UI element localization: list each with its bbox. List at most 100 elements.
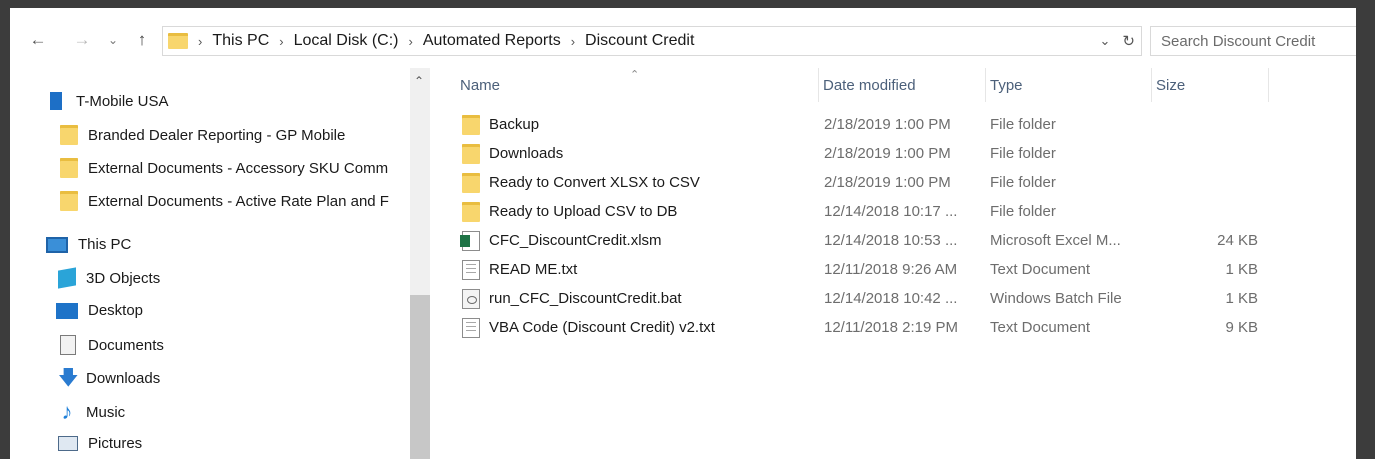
folder-icon <box>60 191 78 211</box>
file-name-cell: VBA Code (Discount Credit) v2.txt <box>462 313 715 342</box>
nav-item-label: Music <box>86 403 126 421</box>
up-arrow-icon[interactable]: ↑ <box>130 28 154 52</box>
breadcrumb-this-pc[interactable]: This PC <box>212 32 269 50</box>
window-border <box>1356 8 1375 459</box>
address-bar[interactable]: › This PC › Local Disk (C:) › Automated … <box>162 26 1142 56</box>
nav-item-3d-objects[interactable]: 3D Objects <box>58 267 160 289</box>
chevron-right-icon[interactable]: › <box>279 34 283 49</box>
file-date: 12/11/2018 9:26 AM <box>824 261 958 278</box>
music-icon: ♪ <box>61 399 73 424</box>
nav-item-label: External Documents - Active Rate Plan an… <box>88 192 389 210</box>
breadcrumb-automated-reports[interactable]: Automated Reports <box>423 32 561 50</box>
column-header-name[interactable]: Name <box>460 68 820 102</box>
breadcrumb-discount-credit[interactable]: Discount Credit <box>585 32 694 50</box>
nav-item-label: This PC <box>78 236 132 253</box>
column-divider[interactable] <box>1151 68 1152 102</box>
file-type: Text Document <box>990 261 1091 278</box>
file-size <box>1158 197 1258 226</box>
column-header-type[interactable]: Type <box>990 68 1150 102</box>
folder-icon <box>168 33 188 49</box>
nav-item-label: Documents <box>88 336 164 354</box>
chevron-down-icon[interactable]: ⌄ <box>1100 33 1111 49</box>
file-name: READ ME.txt <box>489 261 578 278</box>
file-type: File folder <box>990 145 1056 162</box>
scroll-up-arrow-icon[interactable]: ⌃ <box>414 74 424 88</box>
file-size <box>1158 139 1258 168</box>
file-name-cell: run_CFC_DiscountCredit.bat <box>462 284 682 313</box>
column-divider[interactable] <box>1268 68 1269 102</box>
chevron-right-icon[interactable]: › <box>571 34 575 49</box>
nav-pane-scrollbar-thumb[interactable] <box>410 295 430 459</box>
nav-item-pictures[interactable]: Pictures <box>58 435 142 452</box>
nav-item-this-pc[interactable]: This PC <box>46 236 131 253</box>
column-divider[interactable] <box>818 68 819 102</box>
desktop-icon <box>56 302 78 319</box>
file-date: 12/14/2018 10:42 ... <box>824 290 958 307</box>
nav-item-external-documents-accessory[interactable]: External Documents - Accessory SKU Comm <box>60 158 388 178</box>
nav-item-downloads[interactable]: 🡇 Downloads <box>58 368 160 388</box>
this-pc-icon <box>46 236 68 253</box>
file-date: 2/18/2019 1:00 PM <box>824 145 951 162</box>
folder-icon <box>462 172 480 193</box>
file-name: run_CFC_DiscountCredit.bat <box>489 290 682 307</box>
file-row[interactable]: Downloads 2/18/2019 1:00 PM File folder <box>440 139 1366 168</box>
back-arrow-icon[interactable]: ← <box>26 28 50 52</box>
file-name-cell: READ ME.txt <box>462 255 577 284</box>
file-row[interactable]: run_CFC_DiscountCredit.bat 12/14/2018 10… <box>440 284 1366 313</box>
file-row[interactable]: Ready to Convert XLSX to CSV 2/18/2019 1… <box>440 168 1366 197</box>
file-type: Text Document <box>990 319 1091 336</box>
file-type: File folder <box>990 116 1056 133</box>
recent-locations-chevron-icon[interactable]: ⌄ <box>104 28 122 52</box>
file-date: 12/11/2018 2:19 PM <box>824 319 958 336</box>
file-name: Backup <box>489 116 540 133</box>
search-input[interactable]: Search Discount Credit <box>1150 26 1366 56</box>
navigation-pane: T-Mobile USA Branded Dealer Reporting - … <box>10 68 430 459</box>
nav-item-desktop[interactable]: Desktop <box>56 302 143 319</box>
file-name: Downloads <box>489 145 564 162</box>
nav-item-label: External Documents - Accessory SKU Comm <box>88 159 389 177</box>
column-header-date-modified[interactable]: Date modified <box>823 68 983 102</box>
chevron-right-icon[interactable]: › <box>198 34 202 49</box>
breadcrumb-local-disk[interactable]: Local Disk (C:) <box>294 32 399 50</box>
address-bar-row: ← → ⌄ ↑ › This PC › Local Disk (C:) › Au… <box>10 8 1366 60</box>
file-name-cell: Downloads <box>462 139 563 168</box>
3d-objects-icon <box>58 267 76 289</box>
file-name: Ready to Upload CSV to DB <box>489 203 678 220</box>
address-bar-actions: ⌄ ↻ <box>1100 27 1135 55</box>
folder-icon <box>462 143 480 164</box>
building-icon <box>50 92 62 110</box>
file-name: VBA Code (Discount Credit) v2.txt <box>489 319 715 336</box>
nav-item-t-mobile-usa[interactable]: T-Mobile USA <box>48 92 169 110</box>
nav-item-music[interactable]: ♪ Music <box>58 399 126 424</box>
downloads-icon: 🡇 <box>58 367 79 389</box>
column-divider[interactable] <box>985 68 986 102</box>
folder-icon <box>60 125 78 145</box>
text-file-icon <box>462 259 480 280</box>
file-row[interactable]: VBA Code (Discount Credit) v2.txt 12/11/… <box>440 313 1366 342</box>
chevron-right-icon[interactable]: › <box>409 34 413 49</box>
nav-item-label: Pictures <box>88 435 143 452</box>
file-row[interactable]: READ ME.txt 12/11/2018 9:26 AM Text Docu… <box>440 255 1366 284</box>
file-type: Microsoft Excel M... <box>990 232 1121 249</box>
file-size <box>1158 168 1258 197</box>
file-name-cell: Ready to Upload CSV to DB <box>462 197 677 226</box>
file-row[interactable]: Backup 2/18/2019 1:00 PM File folder <box>440 110 1366 139</box>
column-header-size[interactable]: Size <box>1156 68 1256 102</box>
file-row[interactable]: Ready to Upload CSV to DB 12/14/2018 10:… <box>440 197 1366 226</box>
file-date: 2/18/2019 1:00 PM <box>824 116 951 133</box>
file-size <box>1158 110 1258 139</box>
nav-item-documents[interactable]: Documents <box>58 335 164 355</box>
file-date: 12/14/2018 10:53 ... <box>824 232 958 249</box>
file-date: 12/14/2018 10:17 ... <box>824 203 958 220</box>
documents-icon <box>60 335 76 355</box>
file-explorer-window: ← → ⌄ ↑ › This PC › Local Disk (C:) › Au… <box>10 8 1366 459</box>
forward-arrow-icon[interactable]: → <box>70 28 94 52</box>
nav-item-external-documents-active-rate[interactable]: External Documents - Active Rate Plan an… <box>60 191 389 211</box>
file-name-cell: CFC_DiscountCredit.xlsm <box>460 226 662 255</box>
text-file-icon <box>462 317 480 338</box>
folder-icon <box>462 114 480 135</box>
file-row[interactable]: CFC_DiscountCredit.xlsm 12/14/2018 10:53… <box>440 226 1366 255</box>
refresh-icon[interactable]: ↻ <box>1122 32 1135 50</box>
nav-item-branded-dealer-reporting[interactable]: Branded Dealer Reporting - GP Mobile <box>60 125 345 145</box>
file-size: 9 KB <box>1225 319 1258 336</box>
